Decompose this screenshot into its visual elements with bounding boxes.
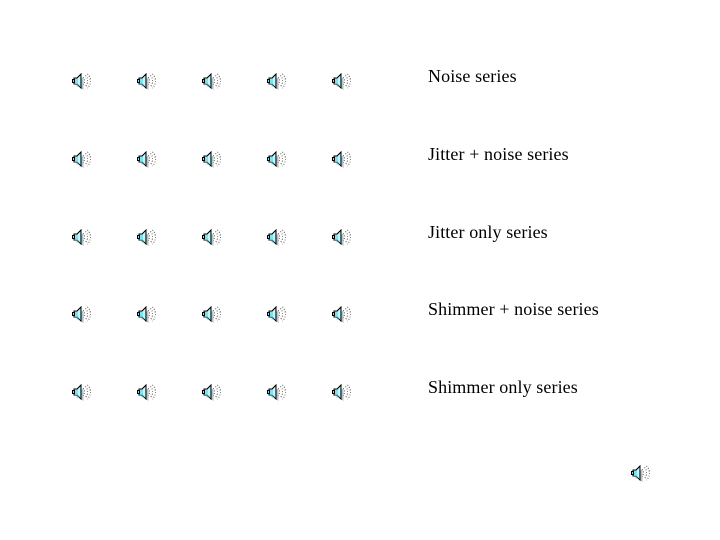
sound-speaker-icon[interactable] <box>629 462 651 484</box>
sound-speaker-icon[interactable] <box>70 70 92 92</box>
sound-row-label: Noise series <box>428 66 517 86</box>
sound-speaker-icon[interactable] <box>135 148 157 170</box>
sound-row-label: Jitter only series <box>428 222 548 242</box>
sound-speaker-icon[interactable] <box>135 381 157 403</box>
sound-row-label: Shimmer + noise series <box>428 299 599 319</box>
sound-speaker-icon[interactable] <box>200 381 222 403</box>
sound-speaker-icon[interactable] <box>330 226 352 248</box>
sound-row: Jitter + noise series <box>0 144 720 172</box>
sound-speaker-icon[interactable] <box>70 226 92 248</box>
sound-speaker-icon[interactable] <box>70 303 92 325</box>
sound-row-label: Jitter + noise series <box>428 144 569 164</box>
sound-speaker-icon[interactable] <box>135 70 157 92</box>
sound-speaker-icon[interactable] <box>330 148 352 170</box>
sound-speaker-icon[interactable] <box>265 70 287 92</box>
sound-speaker-icon[interactable] <box>200 226 222 248</box>
sound-row-label: Shimmer only series <box>428 377 578 397</box>
sound-speaker-icon[interactable] <box>70 381 92 403</box>
sound-row: Jitter only series <box>0 222 720 250</box>
sound-speaker-icon[interactable] <box>200 148 222 170</box>
sound-speaker-icon[interactable] <box>135 226 157 248</box>
sound-speaker-icon[interactable] <box>200 70 222 92</box>
sound-speaker-icon[interactable] <box>135 303 157 325</box>
sound-row: Noise series <box>0 66 720 94</box>
sound-speaker-icon[interactable] <box>70 148 92 170</box>
sound-speaker-icon[interactable] <box>200 303 222 325</box>
sound-speaker-icon[interactable] <box>330 70 352 92</box>
sound-speaker-icon[interactable] <box>265 381 287 403</box>
sound-row: Shimmer only series <box>0 377 720 405</box>
sound-speaker-icon[interactable] <box>265 303 287 325</box>
sound-speaker-icon[interactable] <box>265 226 287 248</box>
sound-speaker-icon[interactable] <box>265 148 287 170</box>
sound-speaker-icon[interactable] <box>330 381 352 403</box>
sound-speaker-icon[interactable] <box>330 303 352 325</box>
slide-canvas: Noise series Jitter + noise series Jitter … <box>0 0 720 540</box>
sound-row: Shimmer + noise series <box>0 299 720 327</box>
